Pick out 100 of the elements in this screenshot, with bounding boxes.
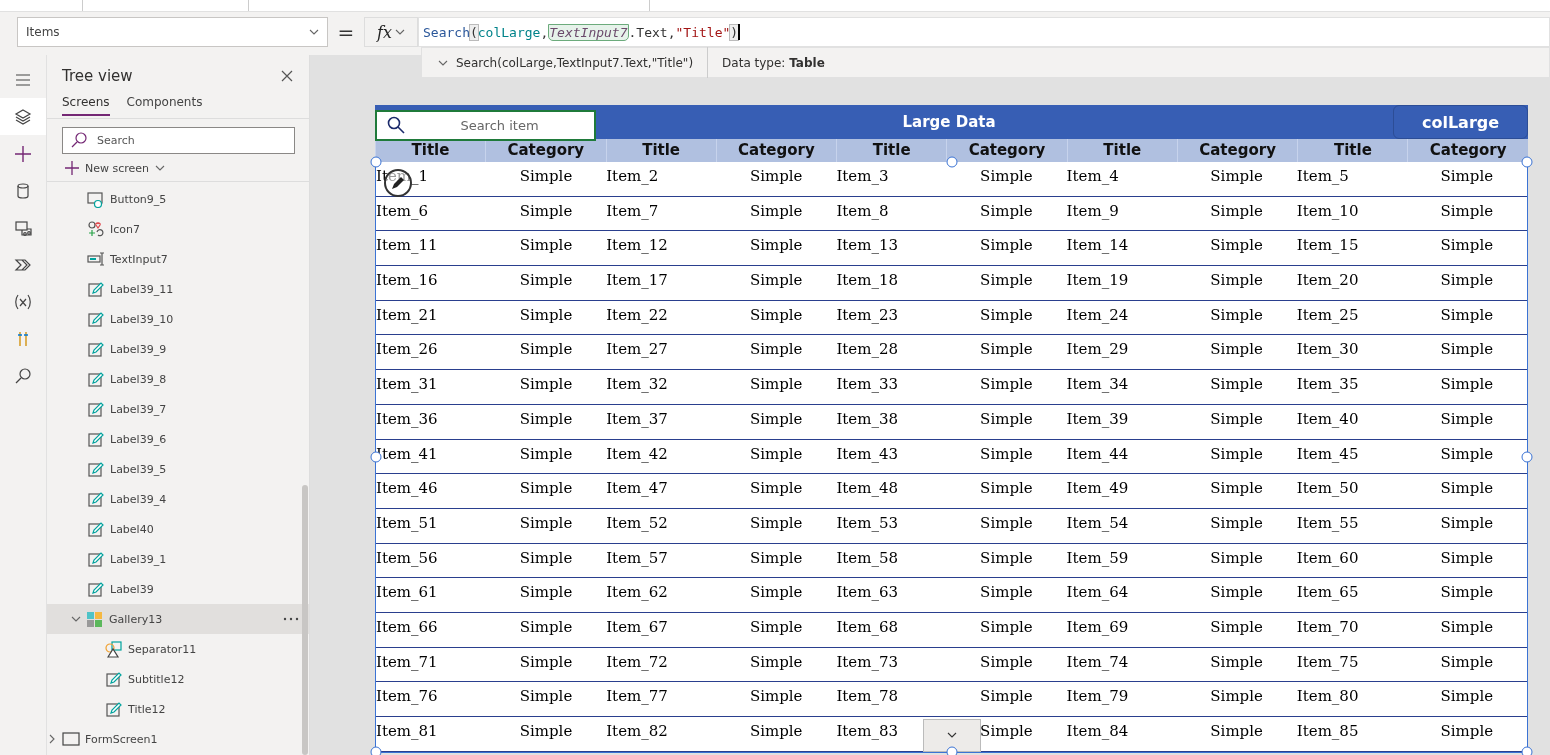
table-cell: Simple (1406, 647, 1527, 683)
function-button[interactable]: fx (364, 17, 418, 47)
table-cell: Item_69 (1066, 612, 1177, 648)
table-cell: Item_32 (606, 370, 716, 405)
table-cell: Item_36 (376, 404, 486, 440)
label-icon (105, 700, 123, 718)
table-cell: Simple (716, 717, 837, 752)
collection-button[interactable]: colLarge (1393, 105, 1528, 139)
table-cell: Simple (716, 612, 837, 648)
table-cell: Simple (946, 439, 1067, 475)
tab[interactable]: Components (126, 94, 203, 116)
tree-item[interactable]: Label39_4 (47, 484, 309, 514)
table-cell: Simple (1176, 162, 1297, 197)
tree-item[interactable]: Gallery13 (47, 604, 309, 634)
property-dropdown[interactable]: Items (17, 17, 328, 47)
button-icon (87, 190, 105, 208)
table-cell: Item_17 (606, 266, 716, 301)
table-cell: Simple (1176, 612, 1297, 648)
table-cell: Simple (485, 717, 607, 752)
table-cell: Simple (1406, 543, 1527, 579)
table-cell: Simple (946, 231, 1067, 267)
table-cell: Simple (485, 162, 607, 197)
table-cell: Item_64 (1066, 578, 1177, 613)
rail-button[interactable] (0, 98, 46, 135)
table-cell: Simple (1176, 370, 1297, 405)
tree-item[interactable]: Button9_5 (47, 184, 309, 214)
panel-title: Tree view (62, 67, 133, 85)
table-cell: Item_74 (1066, 647, 1177, 683)
tree-item[interactable]: Separator11 (47, 634, 309, 664)
tree-item[interactable]: Label39_1 (47, 544, 309, 574)
icons-icon (87, 220, 105, 238)
resize-handle[interactable] (370, 746, 382, 755)
table-cell: Item_48 (836, 474, 947, 509)
tree-item[interactable]: Title12 (47, 694, 309, 724)
table-cell: Simple (1176, 474, 1297, 509)
tree-item[interactable]: Label39_10 (47, 304, 309, 334)
table-cell: Simple (1176, 682, 1297, 717)
tree-item[interactable]: Label39 (47, 574, 309, 604)
plus-icon (14, 144, 32, 163)
tree-item[interactable]: Label39_7 (47, 394, 309, 424)
tree-item[interactable]: Label39_11 (47, 274, 309, 304)
search-icon (14, 366, 32, 385)
resize-handle[interactable] (946, 156, 957, 168)
table-cell: Simple (485, 335, 607, 371)
tree-item[interactable]: Label40 (47, 514, 309, 544)
table-cell: Simple (485, 474, 607, 509)
tree-item[interactable]: Label39_6 (47, 424, 309, 454)
tree-item[interactable]: FormScreen1 (47, 724, 309, 754)
tree-item[interactable]: Label39_8 (47, 364, 309, 394)
tree-item[interactable]: TextInput7 (47, 244, 309, 274)
search-field[interactable]: Search item (375, 110, 596, 141)
label-icon (87, 580, 105, 598)
table-cell: Item_35 (1296, 370, 1407, 405)
resize-handle[interactable] (1521, 451, 1533, 463)
table-cell: Item_51 (376, 508, 486, 544)
table-cell: Item_5 (1296, 162, 1407, 197)
table-cell: Simple (1176, 266, 1297, 301)
table-cell: Simple (1406, 612, 1527, 648)
table-cell: Simple (1176, 196, 1297, 232)
resize-handle[interactable] (370, 156, 382, 168)
tree-item[interactable]: Icon7 (47, 214, 309, 244)
table-cell: Item_57 (606, 543, 716, 579)
resize-handle[interactable] (1521, 156, 1533, 168)
label-icon (87, 430, 105, 448)
table-cell: Simple (1176, 231, 1297, 267)
shapes-icon (105, 640, 123, 658)
table-cell: Simple (946, 300, 1067, 336)
table-cell: Item_21 (376, 300, 486, 336)
table-cell: Item_45 (1296, 439, 1407, 475)
scroll-down-button[interactable] (923, 718, 981, 752)
scrollbar[interactable] (302, 485, 308, 755)
table-cell: Item_82 (606, 717, 716, 752)
resize-handle[interactable] (1521, 746, 1533, 755)
table-cell: Item_29 (1066, 335, 1177, 371)
resize-handle[interactable] (946, 746, 957, 755)
new-screen-button[interactable]: New screen (65, 161, 166, 175)
table-cell: Item_77 (606, 682, 716, 717)
tree-item[interactable]: Label39_5 (47, 454, 309, 484)
table-cell: Item_30 (1296, 335, 1407, 371)
database-icon (14, 181, 32, 200)
column-header: Category (485, 139, 606, 162)
tab[interactable]: Screens (62, 94, 110, 116)
formula-field[interactable]: Search(colLarge,TextInput7.Text,"Title") (418, 17, 1550, 47)
label-icon (87, 550, 105, 568)
table-cell: Item_23 (836, 300, 947, 336)
search-field[interactable]: Search (62, 127, 295, 154)
table-cell: Simple (716, 508, 837, 544)
more-icon (283, 617, 299, 621)
table-cell: Simple (1406, 682, 1527, 717)
table-cell: Item_40 (1296, 404, 1407, 440)
tree-item[interactable]: Subtitle12 (47, 664, 309, 694)
table-cell: Simple (1406, 335, 1527, 371)
table-cell: Item_70 (1296, 612, 1407, 648)
table-cell: Simple (946, 370, 1067, 405)
table-cell: Simple (1406, 578, 1527, 613)
table-cell: Simple (1406, 404, 1527, 440)
table-cell: Simple (485, 370, 607, 405)
tree-item[interactable]: Label39_9 (47, 334, 309, 364)
table-cell: Simple (716, 335, 837, 371)
table-cell: Simple (485, 439, 607, 475)
